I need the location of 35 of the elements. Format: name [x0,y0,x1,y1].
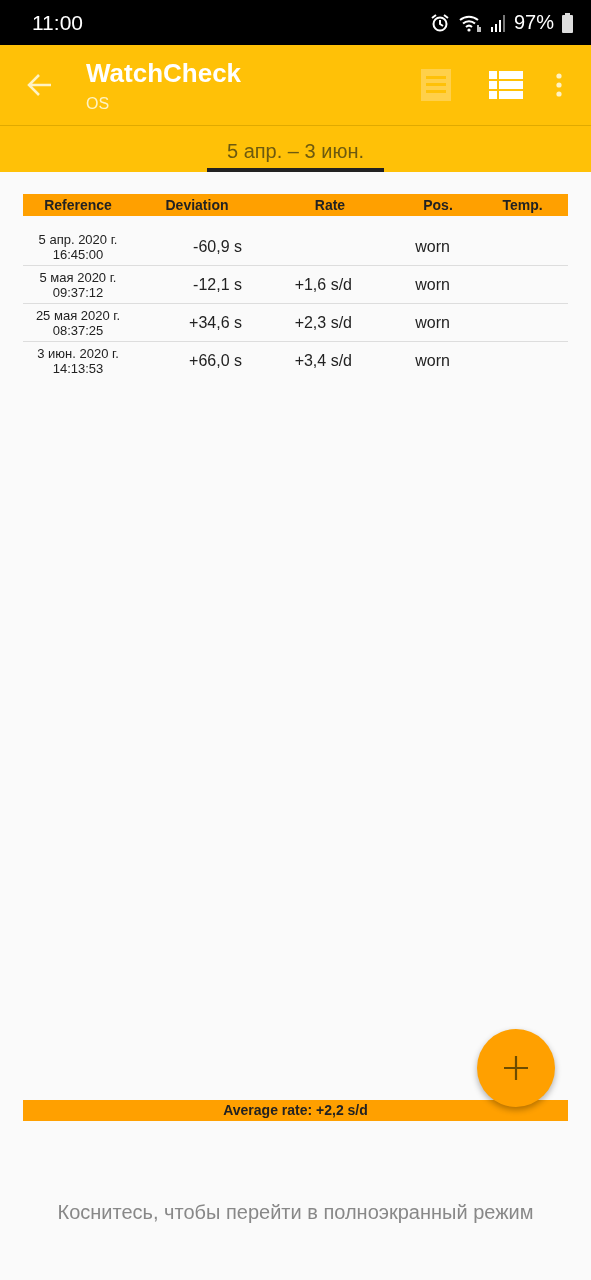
position-cell-text: worn [414,237,451,256]
reference-cell-text: 5 мая 2020 г. 09:37:12 [38,269,118,300]
average-rate-bar: Average rate: +2,2 s/d [23,1100,568,1121]
back-arrow-icon[interactable] [27,72,53,98]
clock: 11:00 [32,10,83,35]
receipt-icon[interactable] [419,68,453,102]
rate-cell-text: +2,3 s/d [293,313,352,332]
battery-icon [562,12,573,33]
column-header: Temp. [501,197,544,213]
deviation-cell-text: +34,6 s [188,313,242,332]
app-title: WatchCheck [86,57,242,89]
rate-cell-text: +1,6 s/d [293,275,352,294]
watch-name: OS [86,94,111,113]
reference-cell-text: 25 мая 2020 г. 08:37:25 [34,307,122,338]
column-header: Rate [313,197,347,213]
deviation-cell-text: +66,0 s [188,351,242,370]
column-header: Reference [43,197,113,213]
battery-level: 97% [513,11,554,34]
position-cell-text: worn [414,351,451,370]
list-view-icon[interactable] [489,71,523,99]
plus-icon [503,1055,529,1081]
column-header: Pos. [422,197,454,213]
position-cell-text: worn [414,275,451,294]
signal-icon [489,13,506,32]
alarm-icon [429,12,450,33]
column-header: Deviation [164,197,230,213]
reference-cell-text: 3 июн. 2020 г. 14:13:53 [36,345,120,376]
rate-cell-text: +3,4 s/d [293,351,352,370]
position-cell-text: worn [414,313,451,332]
reference-cell-text: 5 апр. 2020 г. 16:45:00 [37,231,119,262]
more-options-icon[interactable] [555,73,563,97]
deviation-cell-text: -60,9 s [192,237,242,256]
add-button[interactable] [477,1029,555,1107]
fullscreen-hint: Коснитесь, чтобы перейти в полноэкранный режим [57,1201,534,1225]
deviation-cell-text: -12,1 s [192,275,242,294]
